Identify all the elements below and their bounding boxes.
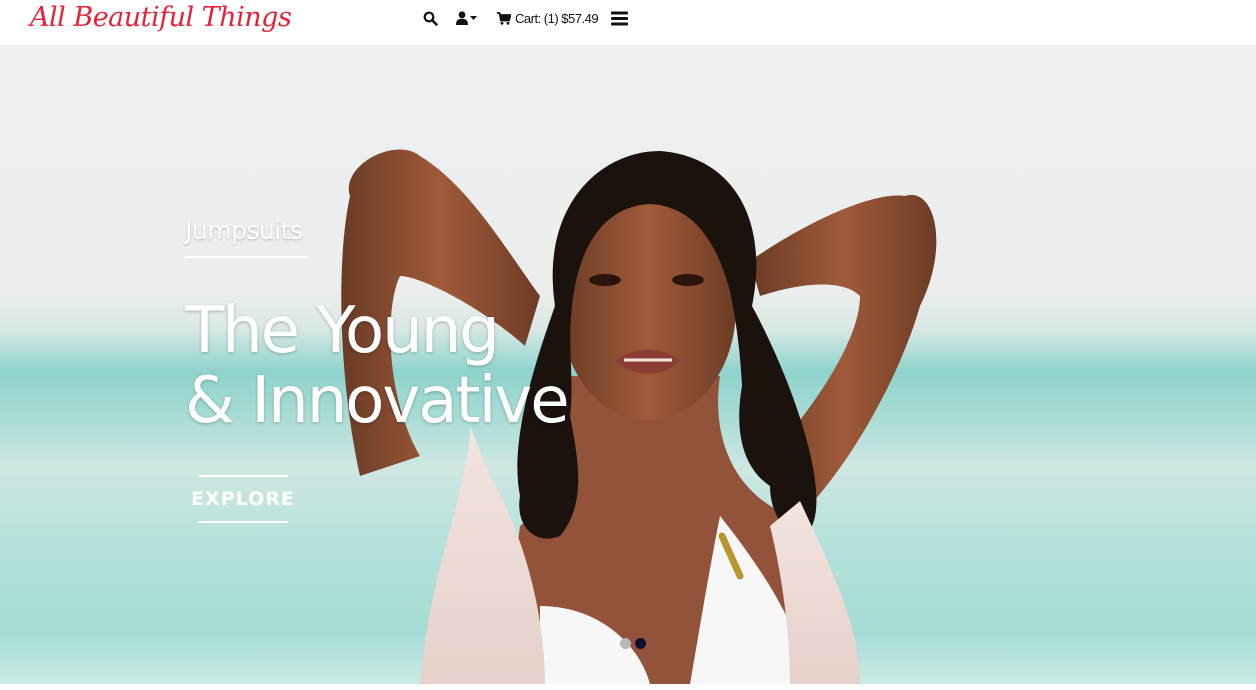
user-icon: [456, 11, 468, 25]
explore-button[interactable]: EXPLORE: [191, 475, 294, 523]
headline-line-2: & Innovative: [185, 364, 570, 438]
category-underline: [185, 256, 308, 258]
hero-category-label[interactable]: Jumpsuits: [185, 216, 303, 245]
hero-slider: Jumpsuits The Young & Innovative EXPLORE: [0, 46, 1256, 684]
brand-logo[interactable]: All Beautiful Things: [30, 0, 292, 36]
slide-dot-1[interactable]: [620, 638, 631, 649]
headline-line-1: The Young: [185, 294, 500, 368]
search-icon: [423, 11, 438, 26]
menu-button[interactable]: [611, 0, 628, 36]
hero-headline: The Young & Innovative: [185, 296, 605, 436]
account-dropdown[interactable]: [456, 0, 478, 36]
hamburger-menu-icon: [611, 11, 628, 25]
cart-summary[interactable]: Cart: (1) $57.49: [515, 11, 599, 26]
slider-pagination: [620, 638, 646, 649]
caret-down-icon: [470, 16, 477, 20]
search-button[interactable]: [423, 0, 438, 36]
cart-button[interactable]: Cart: (1) $57.49: [497, 0, 599, 36]
cart-icon: [497, 11, 511, 25]
slide-dot-2[interactable]: [635, 638, 646, 649]
site-header: All Beautiful Things Cart: (1) $57.49: [0, 0, 1256, 46]
